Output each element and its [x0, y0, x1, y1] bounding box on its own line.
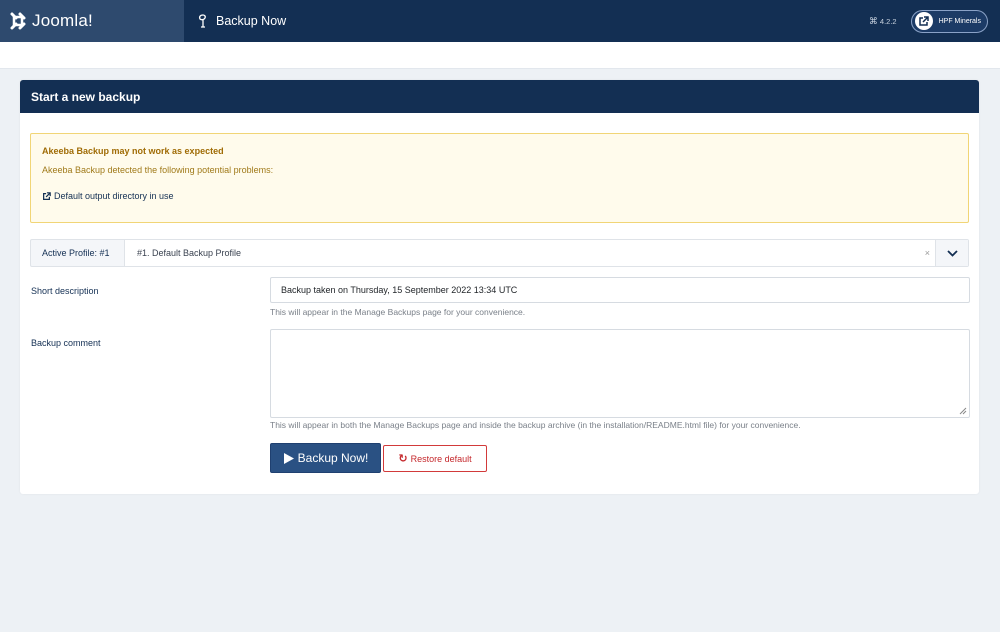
- short-description-label: Short description: [31, 286, 99, 296]
- short-description-help: This will appear in the Manage Backups p…: [270, 307, 526, 317]
- profile-selected-value: #1. Default Backup Profile: [137, 248, 242, 258]
- backup-card: Start a new backup Akeeba Backup may not…: [20, 80, 979, 494]
- joomla-logo[interactable]: Joomla!: [0, 0, 184, 42]
- joomla-small-icon: ⌘: [868, 15, 878, 26]
- backup-comment-textarea[interactable]: [270, 329, 970, 418]
- backup-comment-label: Backup comment: [31, 338, 101, 348]
- page-title-area: Backup Now: [197, 14, 286, 28]
- version-info: ⌘ 4.2.2: [869, 16, 897, 27]
- alert-body: Akeeba Backup detected the following pot…: [42, 165, 274, 175]
- backup-comment-help: This will appear in both the Manage Back…: [270, 420, 801, 430]
- external-link-icon: [43, 191, 51, 200]
- alert-title: Akeeba Backup may not work as expected: [42, 146, 224, 156]
- page-title: Backup Now: [216, 14, 287, 28]
- short-description-input[interactable]: Backup taken on Thursday, 15 September 2…: [270, 277, 970, 303]
- resize-grip-icon[interactable]: [959, 407, 967, 415]
- select-clear-icon[interactable]: ×: [925, 248, 930, 258]
- site-link-button[interactable]: HPF Minerals: [910, 9, 988, 33]
- warning-alert: Akeeba Backup may not work as expected A…: [30, 133, 969, 223]
- external-link-icon: [919, 15, 929, 26]
- backup-now-label: Backup Now!: [297, 451, 369, 465]
- logo-text: Joomla!: [32, 11, 93, 30]
- card-title: Start a new backup: [20, 80, 979, 113]
- profile-select[interactable]: #1. Default Backup Profile ×: [124, 240, 968, 266]
- backup-now-button[interactable]: Backup Now!: [270, 443, 381, 473]
- profile-label: Active Profile: #1: [42, 248, 110, 258]
- site-icon-wrap: [914, 12, 933, 30]
- alert-link-default-output[interactable]: Default output directory in use: [42, 191, 957, 201]
- short-description-value: Backup taken on Thursday, 15 September 2…: [281, 285, 518, 295]
- version-text: 4.2.2: [879, 16, 897, 26]
- site-label: HPF Minerals: [938, 17, 981, 25]
- profile-bar: Active Profile: #1 #1. Default Backup Pr…: [30, 239, 969, 267]
- akeeba-icon: [198, 14, 206, 28]
- play-icon: [283, 452, 294, 464]
- joomla-logo-icon: [10, 12, 26, 30]
- restore-default-button[interactable]: ↻ Restore default: [383, 445, 487, 472]
- subheader-bar: [0, 42, 1000, 69]
- refresh-icon: ↻: [398, 453, 408, 465]
- alert-link-text: Default output directory in use: [54, 191, 174, 201]
- chevron-down-icon: [946, 249, 958, 257]
- top-header: Joomla! Backup Now ⌘ 4.2.2 HPF Minerals: [0, 0, 1000, 42]
- select-toggle[interactable]: [935, 240, 968, 266]
- restore-default-label: Restore default: [410, 453, 472, 464]
- header-right: ⌘ 4.2.2 HPF Minerals: [869, 9, 988, 33]
